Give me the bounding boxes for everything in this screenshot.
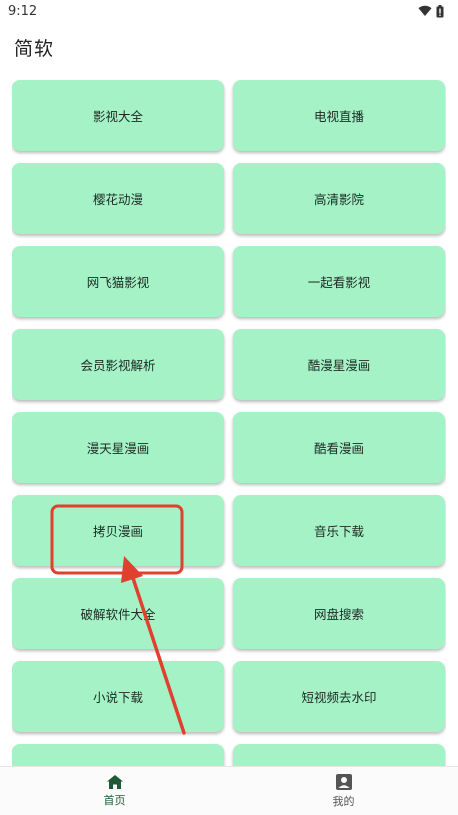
tile-huiyuan-yingshi-jiexi[interactable]: 会员影视解析 (12, 329, 224, 400)
battery-icon (436, 4, 444, 17)
home-icon (106, 775, 123, 789)
tile-dianshi-zhibo[interactable]: 电视直播 (233, 80, 445, 151)
bottom-nav: 首页 我的 (0, 766, 458, 815)
tile-kukan-manhua[interactable]: 酷看漫画 (233, 412, 445, 483)
status-time: 9:12 (8, 3, 38, 19)
account-box-icon (335, 774, 352, 790)
nav-home-label: 首页 (103, 794, 126, 807)
tile-kumanxing-manhua[interactable]: 酷漫星漫画 (233, 329, 445, 400)
tile-partial-right[interactable] (233, 744, 445, 766)
nav-mine[interactable]: 我的 (229, 767, 458, 815)
app-grid[interactable]: 影视大全 电视直播 樱花动漫 高清影院 网飞猫影视 一起看影视 会员影视解析 酷… (12, 80, 446, 766)
status-icons (418, 4, 444, 18)
nav-mine-label: 我的 (332, 795, 355, 808)
wifi-icon (418, 5, 432, 17)
tile-yingshi-daquan[interactable]: 影视大全 (12, 80, 224, 151)
nav-home[interactable]: 首页 (0, 767, 229, 815)
tile-gaoqing-yingyuan[interactable]: 高清影院 (233, 163, 445, 234)
tile-kaobei-manhua[interactable]: 拷贝漫画 (12, 495, 224, 566)
tile-xiaoshuo-xiazai[interactable]: 小说下载 (12, 661, 224, 732)
app-screen: 9:12 简软 影视大全 电视直播 樱花动漫 高清影院 网飞猫影视 一起看影视 … (0, 0, 458, 815)
tile-yinghua-dongman[interactable]: 樱花动漫 (12, 163, 224, 234)
tile-mantianxing-manhua[interactable]: 漫天星漫画 (12, 412, 224, 483)
tile-wangfeimao-yingshi[interactable]: 网飞猫影视 (12, 246, 224, 317)
status-bar: 9:12 (0, 0, 458, 22)
tile-partial-left[interactable] (12, 744, 224, 766)
tile-yiqikan-yingshi[interactable]: 一起看影视 (233, 246, 445, 317)
tile-pojie-ruanjian-daquan[interactable]: 破解软件大全 (12, 578, 224, 649)
tile-duanshipin-qushuiyin[interactable]: 短视频去水印 (233, 661, 445, 732)
tile-yinyue-xiazai[interactable]: 音乐下载 (233, 495, 445, 566)
page-title: 简软 (14, 38, 55, 60)
tile-wangpan-sousuo[interactable]: 网盘搜索 (233, 578, 445, 649)
